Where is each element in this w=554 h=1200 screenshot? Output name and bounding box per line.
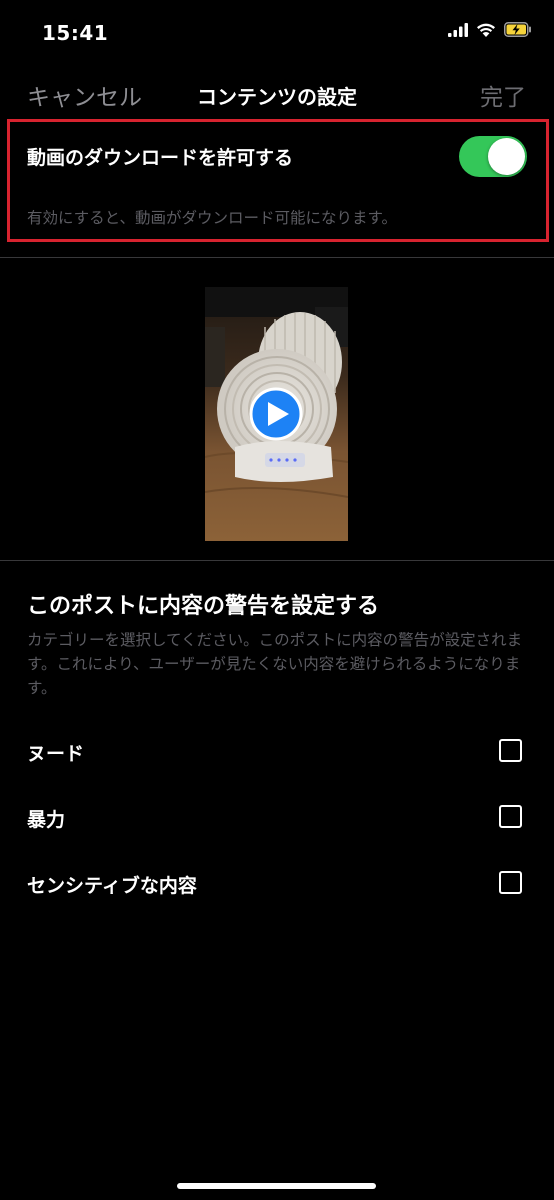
option-violence[interactable]: 暴力 — [0, 799, 554, 839]
battery-charging-icon — [504, 22, 531, 37]
option-label: 暴力 — [27, 809, 66, 831]
status-icons — [448, 22, 532, 37]
video-thumbnail — [205, 287, 348, 541]
content-warning-description: カテゴリーを選択してください。このポストに内容の警告が設定されます。これにより、… — [27, 631, 523, 697]
allow-download-toggle[interactable] — [459, 136, 527, 177]
video-preview[interactable] — [205, 287, 348, 541]
wifi-icon — [477, 23, 495, 37]
content-warning-title: このポストに内容の警告を設定する — [27, 594, 380, 619]
done-button[interactable]: 完了 — [480, 78, 526, 112]
status-time: 15:41 — [42, 21, 109, 45]
divider — [0, 257, 554, 258]
violence-checkbox[interactable] — [499, 805, 522, 828]
allow-download-label: 動画のダウンロードを許可する — [27, 147, 294, 169]
sensitive-checkbox[interactable] — [499, 871, 522, 894]
option-label: ヌード — [27, 743, 85, 765]
cellular-signal-icon — [448, 22, 468, 37]
nudity-checkbox[interactable] — [499, 739, 522, 762]
option-sensitive[interactable]: センシティブな内容 — [0, 865, 554, 905]
allow-download-description: 有効にすると、動画がダウンロード可能になります。 — [27, 209, 397, 227]
page-title: コンテンツの設定 — [197, 85, 357, 109]
status-bar: 15:41 — [0, 0, 554, 64]
toggle-knob — [488, 138, 525, 175]
option-label: センシティブな内容 — [27, 875, 197, 897]
home-indicator — [177, 1183, 376, 1189]
divider — [0, 560, 554, 561]
navigation-bar: キャンセル コンテンツの設定 完了 — [0, 70, 554, 118]
option-nudity[interactable]: ヌード — [0, 733, 554, 773]
